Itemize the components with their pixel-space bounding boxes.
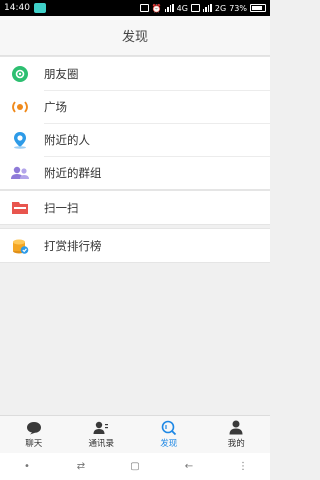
menu-group-ranking: 打赏排行榜 [0,228,270,263]
menu-item-label: 附近的人 [44,132,90,147]
app-notification-icon [33,3,46,13]
signal-icon [164,4,174,12]
contacts-icon [93,420,109,435]
network-label-2: 2G [214,3,227,13]
scan-icon [10,198,30,218]
discover-icon [161,420,177,435]
tab-chat[interactable]: 聊天 [0,416,68,453]
coin-rank-icon [10,236,30,256]
page-header: 发现 [0,16,270,56]
tab-label: 通讯录 [88,439,114,449]
tab-discover[interactable]: 发现 [135,416,203,453]
status-icons: ⏰ 4G 2G 73% [139,3,266,13]
tab-label: 发现 [160,439,178,449]
chat-icon [26,420,42,435]
system-nav-bar: • ⇄ ▢ ← ⋮ [0,453,270,480]
tab-label: 聊天 [25,439,43,449]
battery-percent: 73% [229,3,247,13]
nearby-person-icon [10,130,30,150]
battery-icon [250,4,266,12]
menu-item-label: 朋友圈 [44,66,79,81]
menu-item-label: 广场 [44,99,67,114]
profile-icon [228,420,244,435]
bottom-tab-bar: 聊天 通讯录 发现 我的 [0,415,270,453]
menu-item-tip-ranking[interactable]: 打赏排行榜 [0,229,270,262]
menu-item-label: 扫一扫 [44,200,79,215]
menu-item-label: 附近的群组 [44,165,102,180]
tab-profile[interactable]: 我的 [203,416,271,453]
alarm-icon: ⏰ [151,3,162,13]
moments-icon [10,64,30,84]
nearby-group-icon [10,163,30,183]
nav-home-icon[interactable]: ▢ [120,461,150,472]
vibrate-icon [139,4,149,12]
nav-switch-icon[interactable]: ⇄ [66,461,96,472]
signal-icon-2 [202,4,212,12]
tab-label: 我的 [227,439,245,449]
nav-back-icon[interactable]: ← [174,461,204,472]
hd-icon [190,4,200,12]
nav-dot-icon[interactable]: • [12,461,42,472]
menu-item-nearby-people[interactable]: 附近的人 [0,123,270,156]
network-label-1: 4G [176,3,188,13]
nav-menu-icon[interactable]: ⋮ [228,461,258,472]
menu-item-label: 打赏排行榜 [44,238,102,253]
menu-item-scan[interactable]: 扫一扫 [0,191,270,224]
tab-contacts[interactable]: 通讯录 [68,416,136,453]
status-bar: 14:40 ⏰ 4G 2G 73% [0,0,270,16]
page-title: 发现 [121,30,148,45]
menu-item-nearby-groups[interactable]: 附近的群组 [0,156,270,189]
menu-item-moments[interactable]: 朋友圈 [0,57,270,90]
menu-item-square[interactable]: 广场 [0,90,270,123]
status-time: 14:40 [4,3,30,13]
broadcast-icon [10,97,30,117]
menu-group-scan: 扫一扫 [0,190,270,225]
menu-group-social: 朋友圈 广场 附近的人 附近的群组 [0,56,270,190]
